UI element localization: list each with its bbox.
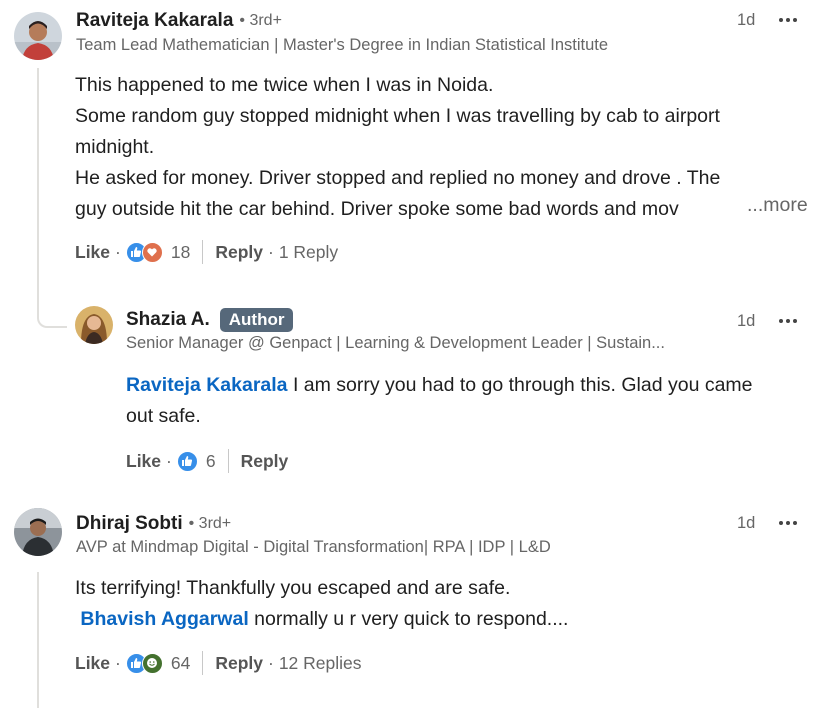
reaction-count[interactable]: 6 [206, 451, 216, 472]
comment-text: normally u r very quick to respond.... [248, 608, 569, 630]
comment-timestamp: 1d [737, 11, 756, 29]
love-icon [141, 241, 163, 263]
author-headline: AVP at Mindmap Digital - Digital Transfo… [76, 538, 551, 556]
comment-body: This happened to me twice when I was in … [75, 70, 720, 225]
reaction-count[interactable]: 64 [171, 653, 190, 674]
action-divider [227, 449, 229, 473]
comment-timestamp: 1d [737, 514, 756, 532]
comment-line: midnight. [75, 136, 155, 158]
comment-author-name[interactable]: Shazia A. [126, 309, 210, 331]
mention-link[interactable]: Raviteja Kakarala [126, 374, 288, 396]
comment-line: guy outside hit the car behind. Driver s… [75, 198, 679, 220]
author-headline: Senior Manager @ Genpact | Learning & De… [126, 334, 665, 352]
like-button[interactable]: Like [75, 653, 110, 674]
author-headline: Team Lead Mathematician | Master's Degre… [76, 36, 609, 54]
comment-timestamp: 1d [737, 312, 756, 330]
connection-degree: • 3rd+ [188, 515, 232, 532]
thread-line [37, 68, 39, 304]
more-options-button[interactable] [779, 311, 797, 331]
comment-line: out safe. [126, 405, 201, 427]
comment-line: This happened to me twice when I was in … [75, 74, 494, 96]
reply-count-link[interactable]: 12 Replies [279, 653, 362, 674]
avatar[interactable] [75, 306, 113, 344]
mention-link[interactable]: Bhavish Aggarwal [80, 608, 248, 630]
more-options-button[interactable] [779, 513, 797, 533]
reply-button[interactable]: Reply [241, 451, 289, 472]
like-icon [176, 450, 198, 472]
like-button[interactable]: Like [75, 242, 110, 263]
comment-author-name[interactable]: Dhiraj Sobti [76, 513, 183, 535]
avatar[interactable] [14, 12, 62, 60]
separator-dot: · [267, 241, 274, 262]
comment-line: Some random guy stopped midnight when I … [75, 105, 720, 127]
separator-dot: · [267, 652, 274, 673]
more-options-button[interactable] [779, 10, 797, 30]
connection-degree: • 3rd+ [239, 12, 282, 29]
reactions-summary[interactable] [125, 241, 163, 263]
comment-body: Its terrifying! Thankfully you escaped a… [75, 573, 568, 635]
reply-button[interactable]: Reply [215, 653, 263, 674]
reply-button[interactable]: Reply [215, 242, 263, 263]
comment-body: Raviteja Kakarala I am sorry you had to … [126, 370, 753, 432]
author-badge: Author [219, 308, 294, 332]
reply-connector [37, 300, 67, 328]
comment-text: I am sorry you had to go through this. G… [287, 374, 753, 396]
reactions-summary[interactable] [125, 652, 163, 674]
comment-author-name[interactable]: Raviteja Kakarala [76, 10, 233, 32]
avatar-photo [14, 12, 62, 60]
separator-dot: · [115, 652, 121, 673]
reply-count-link[interactable]: 1 Reply [279, 242, 338, 263]
see-more-button[interactable]: ...more [743, 194, 808, 217]
funny-icon [141, 652, 163, 674]
action-divider [202, 651, 204, 675]
separator-dot: · [115, 241, 121, 262]
reactions-summary[interactable] [176, 450, 198, 472]
reaction-count[interactable]: 18 [171, 242, 190, 263]
comment-line: Its terrifying! Thankfully you escaped a… [75, 577, 511, 599]
separator-dot: · [166, 450, 172, 471]
avatar-photo [75, 306, 113, 344]
action-divider [202, 240, 204, 264]
like-button[interactable]: Like [126, 451, 161, 472]
avatar[interactable] [14, 508, 62, 556]
avatar-photo [14, 508, 62, 556]
comment-line: He asked for money. Driver stopped and r… [75, 167, 721, 189]
thread-line [37, 572, 39, 708]
